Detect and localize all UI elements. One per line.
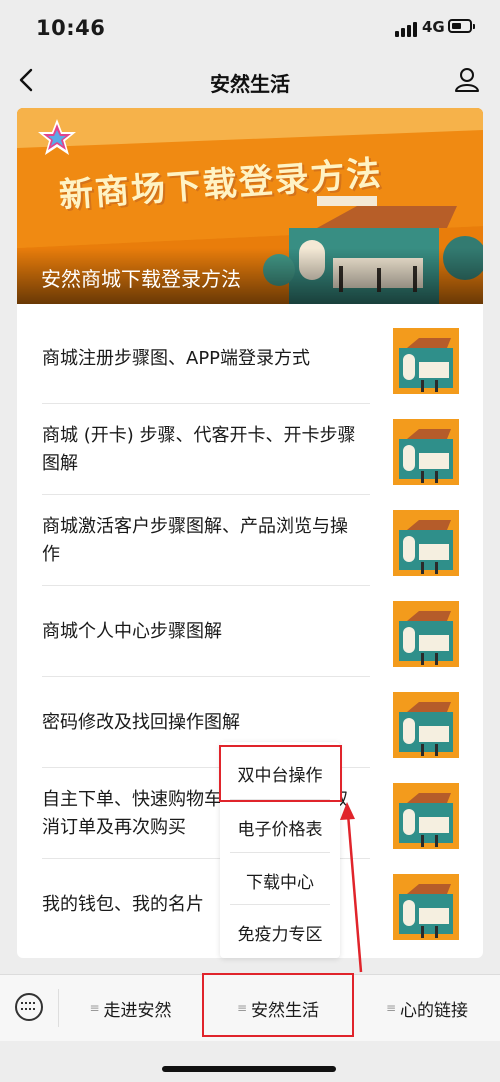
- article-thumbnail: [393, 419, 459, 485]
- page-title: 安然生活: [210, 72, 290, 96]
- status-time: 10:46: [36, 16, 106, 40]
- profile-button[interactable]: [452, 64, 482, 96]
- article-thumbnail: [393, 874, 459, 940]
- article-thumbnail: [393, 692, 459, 758]
- article-title: 商城个人中心步骤图解: [42, 620, 222, 642]
- network-type: 4G: [422, 18, 445, 36]
- menu-lines-icon: ≡: [89, 1001, 100, 1015]
- banner-title: 安然商城下载登录方法: [41, 267, 241, 291]
- article-thumbnail: [393, 328, 459, 394]
- highlight-box-menu-tab: [202, 973, 354, 1037]
- featured-article-banner[interactable]: 新商场下载登录方法 安然商城下载登录方法: [17, 108, 483, 304]
- article-item[interactable]: 商城 (开卡) 步骤、代客开卡、开卡步骤图解: [17, 404, 483, 495]
- article-title: 商城激活客户步骤图解、产品浏览与操作: [42, 515, 348, 565]
- signal-icon: [395, 21, 419, 37]
- submenu-item-download-center[interactable]: 下载中心: [220, 853, 340, 907]
- keyboard-icon: [21, 1002, 37, 1012]
- home-indicator: [162, 1066, 336, 1072]
- star-logo-icon: [38, 119, 76, 155]
- submenu-item-immunity-zone[interactable]: 免疫力专区: [220, 905, 340, 959]
- article-title: 商城注册步骤图、APP端登录方式: [42, 347, 311, 369]
- navigation-bar: 安然生活: [0, 56, 500, 106]
- status-bar: 10:46 4G: [0, 0, 500, 56]
- menu-tab-about[interactable]: ≡ 走进安然: [59, 975, 202, 1041]
- submenu-item-price-list[interactable]: 电子价格表: [220, 800, 340, 854]
- menu-tab-label: 心的链接: [400, 1000, 469, 1021]
- article-thumbnail: [393, 510, 459, 576]
- article-item[interactable]: 商城个人中心步骤图解: [17, 586, 483, 677]
- menu-lines-icon: ≡: [385, 1001, 397, 1015]
- article-thumbnail: [393, 783, 459, 849]
- banner-caption-overlay: 安然商城下载登录方法: [17, 248, 483, 304]
- article-thumbnail: [393, 601, 459, 667]
- menu-tab-heart-link[interactable]: ≡ 心的链接: [354, 975, 500, 1041]
- highlight-box-submenu: [219, 745, 342, 802]
- article-item[interactable]: 商城激活客户步骤图解、产品浏览与操作: [17, 495, 483, 586]
- menu-tab-label: 走进安然: [103, 1000, 172, 1021]
- annotation-arrow-icon: [340, 802, 363, 973]
- battery-icon: [448, 19, 475, 33]
- keyboard-toggle-button[interactable]: [15, 993, 43, 1021]
- article-item[interactable]: 商城注册步骤图、APP端登录方式: [17, 313, 483, 404]
- user-icon: [455, 68, 479, 92]
- article-title: 商城 (开卡) 步骤、代客开卡、开卡步骤图解: [42, 424, 356, 474]
